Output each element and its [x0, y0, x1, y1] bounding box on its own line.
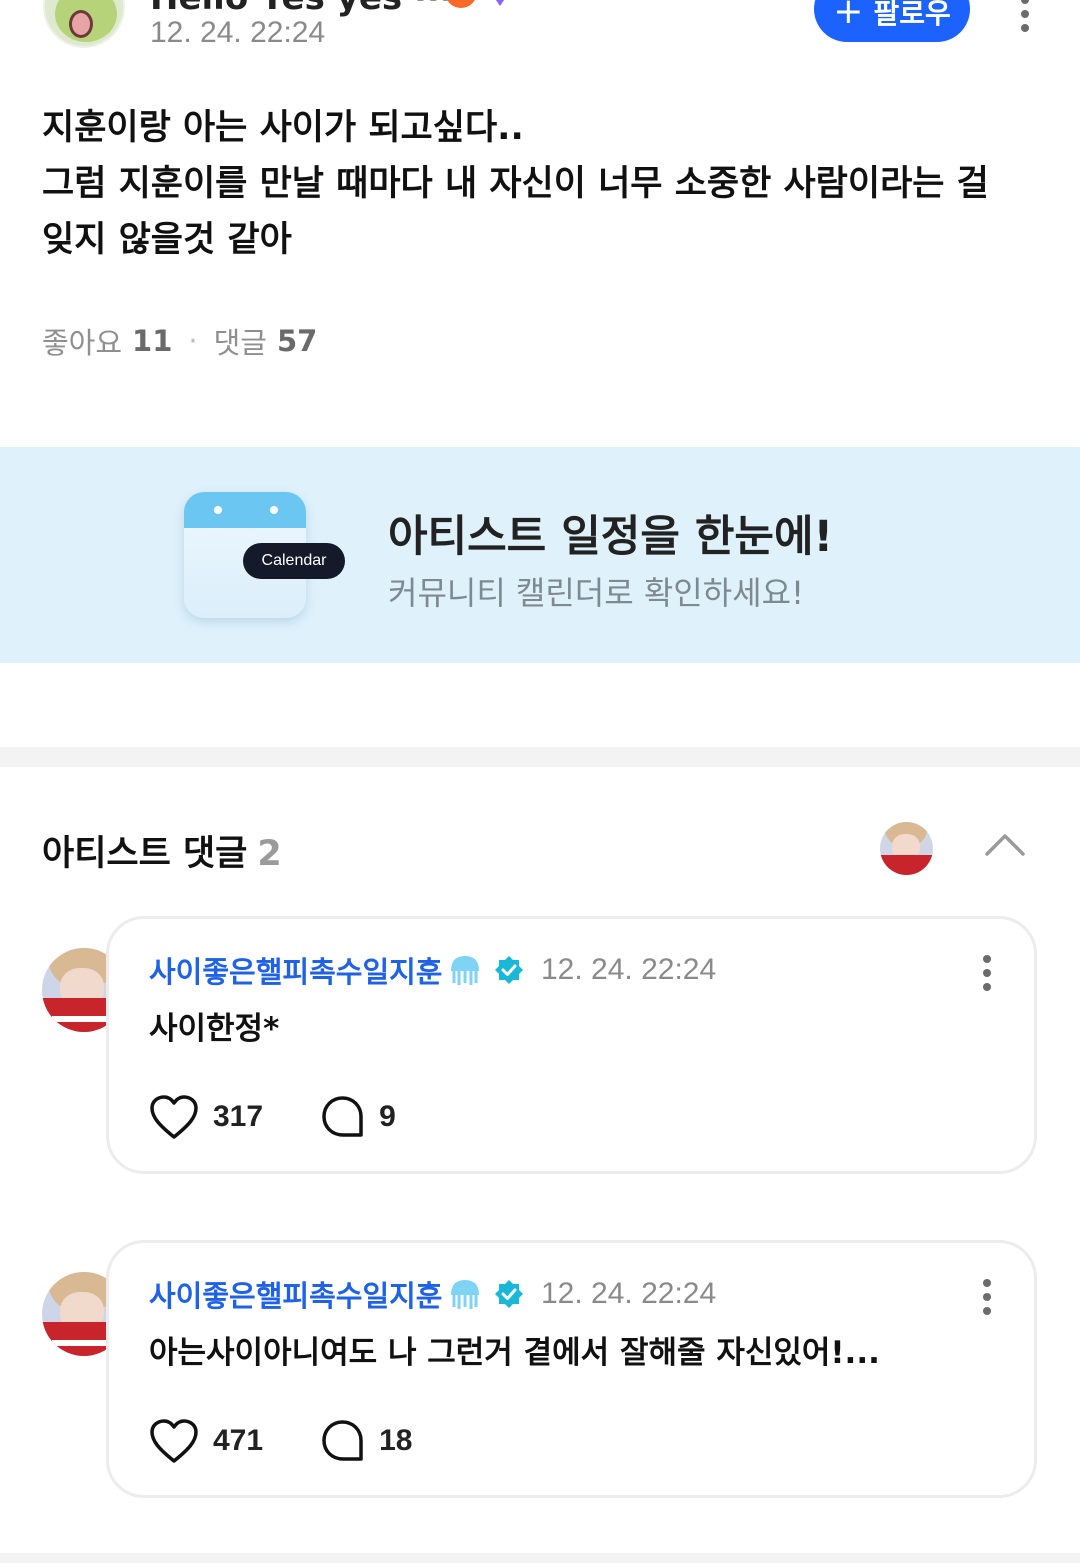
comment-actions: 471 18 [149, 1418, 470, 1464]
reply-count: 9 [379, 1100, 396, 1133]
post-body-line: 지훈이랑 아는 사이가 되고싶다.. [42, 108, 524, 148]
verified-icon [495, 956, 524, 984]
like-button[interactable]: 471 [149, 1418, 263, 1464]
post-header: Hello Yes yes ··· 12. 24. 22:24 + 팔로우 [0, 0, 1080, 70]
artist-comments-count: 2 [257, 834, 282, 874]
plus-icon: + [833, 0, 864, 32]
post-body: 지훈이랑 아는 사이가 되고싶다.. 그럼 지훈이를 만날 때마다 내 자신이 … [42, 100, 1042, 268]
post-stats: 좋아요 11 · 댓글 57 [42, 320, 317, 362]
reply-bubble-icon [322, 1096, 363, 1137]
comment-text: 아는사이아니여도 나 그런거 곁에서 잘해줄 자신있어!... [149, 1335, 880, 1371]
artist-avatar-small[interactable] [880, 822, 933, 875]
reply-count: 18 [379, 1424, 413, 1457]
jellyfish-icon [451, 1280, 480, 1309]
calendar-pill: Calendar [243, 543, 345, 579]
comment-actions: 317 9 [149, 1094, 454, 1140]
post-body-line: 그럼 지훈이를 만날 때마다 내 자신이 너무 소중한 사람이라는 걸 [42, 164, 989, 204]
post-time: 12. 24. 22:24 [150, 16, 326, 49]
artist-comments-label: 아티스트 댓글 [42, 834, 248, 874]
comment-card: 사이좋은핼피촉수일지훈 12. 24. 22:24 사이한정* 317 9 [106, 916, 1037, 1174]
follow-label: 팔로우 [873, 0, 951, 30]
fire-badge-icon [445, 0, 477, 8]
banner-subtitle: 커뮤니티 캘린더로 확인하세요! [388, 574, 804, 612]
like-count: 317 [213, 1100, 264, 1133]
post-body-line: 잊지 않을것 같아 [42, 220, 292, 260]
comment-author-name: 사이좋은핼피촉수일지훈 [149, 1279, 443, 1313]
post-more-icon[interactable] [1020, 0, 1030, 32]
gem-badge-icon [485, 0, 515, 6]
comment-more-icon[interactable] [982, 955, 992, 991]
likes-label[interactable]: 좋아요 [42, 320, 122, 362]
reply-bubble-icon [322, 1420, 363, 1461]
separator-dot: · [188, 324, 198, 358]
author-badges [445, 0, 515, 8]
comments-label[interactable]: 댓글 [214, 320, 267, 362]
collapse-chevron-icon[interactable] [985, 830, 1025, 860]
verified-icon [495, 1280, 524, 1308]
follow-button[interactable]: + 팔로우 [814, 0, 970, 42]
artist-comments-title: 아티스트 댓글 2 [42, 825, 282, 876]
comment-more-icon[interactable] [982, 1279, 992, 1315]
calendar-banner[interactable]: Calendar 아티스트 일정을 한눈에! 커뮤니티 캘린더로 확인하세요! [0, 447, 1080, 663]
like-button[interactable]: 317 [149, 1094, 263, 1140]
comment-time: 12. 24. 22:24 [541, 953, 717, 986]
reply-button[interactable]: 18 [321, 1419, 412, 1463]
comment-author[interactable]: 사이좋은핼피촉수일지훈 [149, 949, 524, 991]
heart-icon [150, 1419, 198, 1463]
comment-author-name: 사이좋은핼피촉수일지훈 [149, 955, 443, 989]
like-count: 471 [213, 1424, 264, 1457]
section-divider [0, 747, 1080, 767]
likes-count[interactable]: 11 [132, 324, 172, 358]
reply-button[interactable]: 9 [321, 1095, 396, 1139]
banner-title: 아티스트 일정을 한눈에! [388, 512, 834, 562]
comments-count[interactable]: 57 [277, 324, 317, 358]
bottom-divider [0, 1553, 1080, 1563]
author-avatar[interactable] [43, 0, 125, 48]
comment-time: 12. 24. 22:24 [541, 1277, 717, 1310]
comment-card: 사이좋은핼피촉수일지훈 12. 24. 22:24 아는사이아니여도 나 그런거… [106, 1240, 1037, 1498]
comment-text: 사이한정* [149, 1011, 280, 1047]
jellyfish-icon [451, 956, 480, 985]
heart-icon [150, 1095, 198, 1139]
comment-author[interactable]: 사이좋은핼피촉수일지훈 [149, 1273, 524, 1315]
